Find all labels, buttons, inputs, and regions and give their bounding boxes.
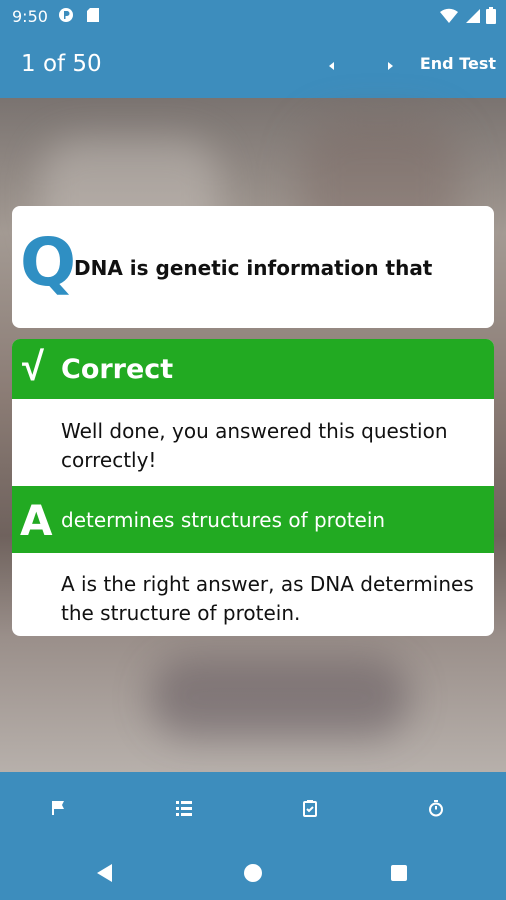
- previous-question-button[interactable]: [318, 52, 346, 80]
- app-notification-icon: [58, 7, 74, 23]
- sd-card-icon: [86, 7, 102, 23]
- clipboard-check-icon: [303, 800, 317, 817]
- question-letter: Q: [20, 224, 77, 301]
- timer-button[interactable]: [422, 794, 450, 822]
- checkmark-icon: √: [22, 345, 44, 389]
- home-circle-icon: [244, 864, 262, 882]
- status-right-icons: [440, 7, 496, 29]
- review-button[interactable]: [296, 794, 324, 822]
- explanation-text: A is the right answer, as DNA determines…: [61, 572, 474, 625]
- status-time: 9:50: [12, 7, 48, 26]
- signal-icon: [464, 8, 480, 29]
- answer-letter: A: [20, 496, 53, 545]
- recents-square-icon: [391, 865, 407, 881]
- battery-icon: [486, 7, 496, 29]
- correct-banner: √ Correct: [12, 339, 494, 399]
- home-button[interactable]: [238, 858, 268, 888]
- wifi-icon: [440, 8, 458, 29]
- system-navigation-bar: [0, 844, 506, 900]
- chevron-right-icon: [388, 62, 393, 70]
- back-button[interactable]: [90, 858, 120, 888]
- end-test-button[interactable]: End Test: [420, 54, 496, 73]
- status-bar: 9:50: [0, 0, 506, 34]
- question-list-button[interactable]: [170, 794, 198, 822]
- chevron-left-icon: [329, 62, 334, 70]
- result-card: √ Correct Well done, you answered this q…: [12, 339, 494, 636]
- back-triangle-icon: [97, 864, 112, 882]
- bottom-toolbar: [0, 772, 506, 844]
- result-status: Correct: [61, 354, 174, 385]
- stopwatch-icon: [429, 800, 443, 817]
- background-blur: [150, 658, 410, 738]
- list-icon: [176, 801, 192, 816]
- question-text: DNA is genetic information that: [74, 256, 433, 280]
- flag-icon: [52, 801, 64, 815]
- flag-button[interactable]: [44, 794, 72, 822]
- feedback-text: Well done, you answered this question co…: [61, 419, 448, 472]
- question-card: Q DNA is genetic information that: [12, 206, 494, 328]
- next-question-button[interactable]: [376, 52, 404, 80]
- question-counter: 1 of 50: [21, 51, 102, 77]
- recents-button[interactable]: [384, 858, 414, 888]
- answer-banner: A determines structures of protein: [12, 486, 494, 553]
- answer-text: determines structures of protein: [61, 508, 386, 532]
- app-bar: 1 of 50 End Test: [0, 34, 506, 98]
